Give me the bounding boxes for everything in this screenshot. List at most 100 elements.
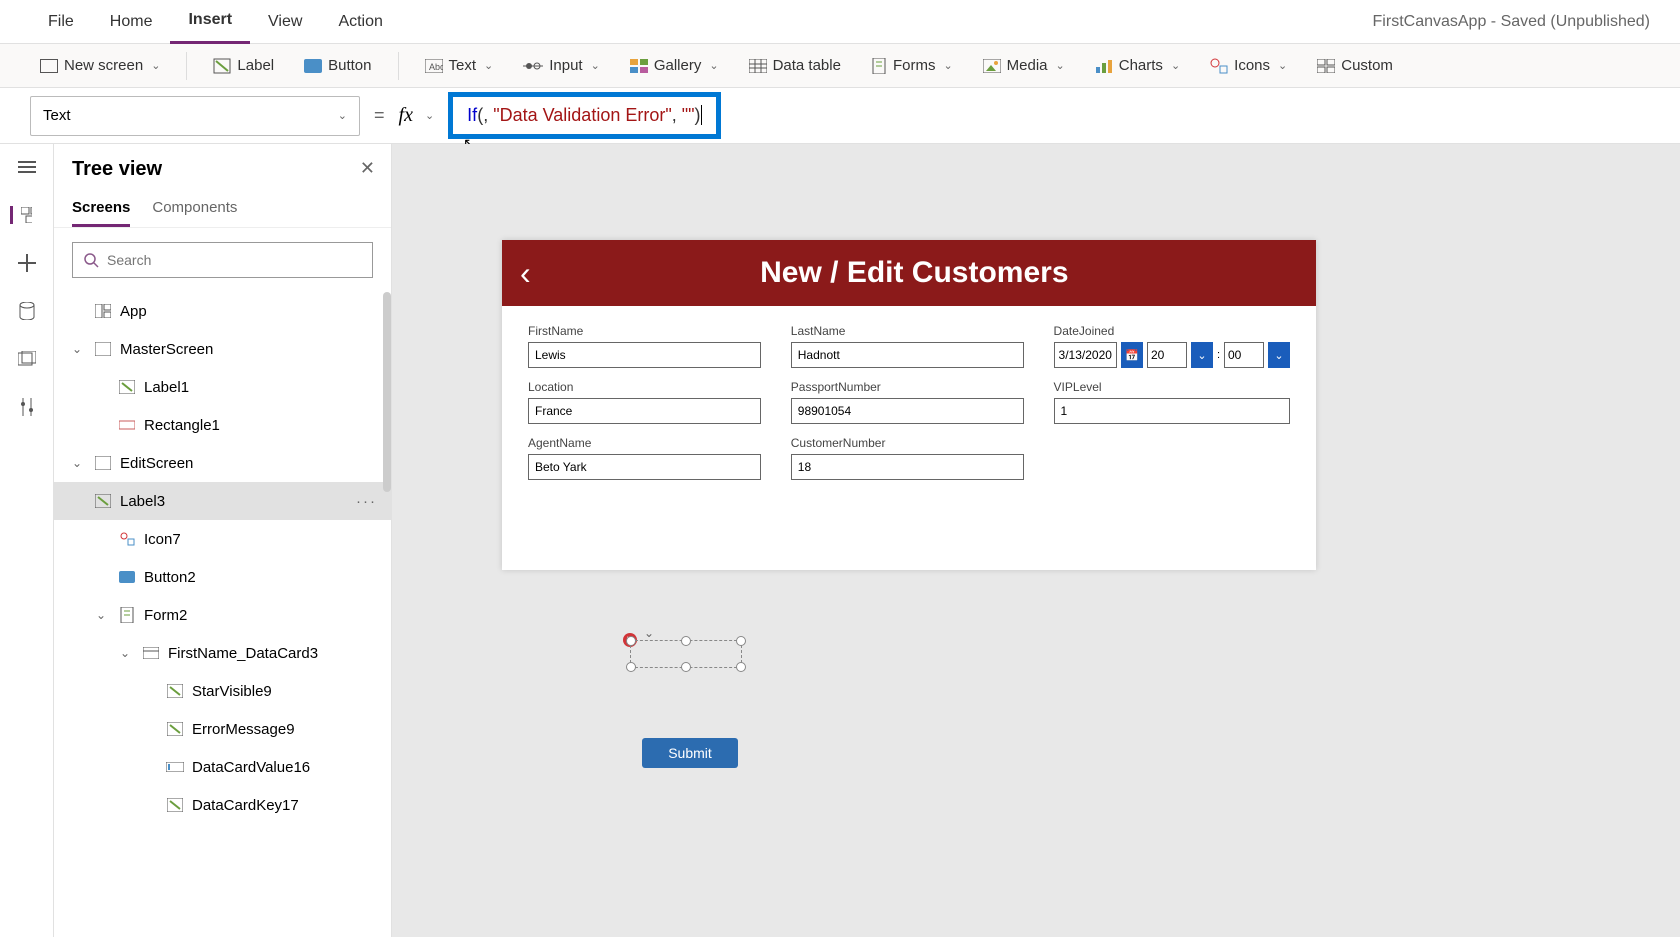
tree-node-label3[interactable]: Label3··· [54, 482, 391, 520]
tools-icon[interactable] [16, 398, 38, 416]
main: Tree view ✕ Screens Components App⌄Maste… [0, 144, 1680, 937]
custnum-input[interactable] [791, 454, 1024, 480]
custom-dropdown[interactable]: Custom [1307, 57, 1403, 74]
tree-node-editscreen[interactable]: ⌄EditScreen [72, 444, 391, 482]
icons-dropdown[interactable]: Icons ⌄ [1200, 57, 1297, 74]
button-icon [118, 569, 136, 585]
tree-node-button2[interactable]: Button2 [72, 558, 391, 596]
label-icon [94, 493, 112, 509]
chevron-down-icon[interactable]: ⌄ [1191, 342, 1213, 368]
screen-icon [40, 59, 58, 73]
toggle-icon[interactable]: ⌄ [72, 342, 86, 356]
chevron-down-icon: ⌄ [484, 59, 493, 72]
tree-view-icon[interactable] [10, 206, 32, 224]
input-icon [523, 59, 543, 73]
tree-node-app[interactable]: App [72, 292, 391, 330]
tree-node-errormessage9[interactable]: ErrorMessage9 [72, 710, 391, 748]
fx-label: fx [399, 104, 413, 127]
screen-icon [94, 455, 112, 471]
tree-node-firstname_datacard3[interactable]: ⌄FirstName_DataCard3 [72, 634, 391, 672]
menu-view[interactable]: View [250, 0, 320, 44]
insert-icon[interactable] [16, 254, 38, 272]
location-input[interactable] [528, 398, 761, 424]
media-dropdown[interactable]: Media ⌄ [973, 57, 1075, 74]
tree-node-label: MasterScreen [120, 341, 213, 358]
button-button[interactable]: Button [294, 57, 381, 74]
new-screen-button[interactable]: New screen ⌄ [30, 57, 170, 74]
card-icon [142, 645, 160, 661]
tab-components[interactable]: Components [152, 191, 237, 227]
data-icon[interactable] [16, 302, 38, 320]
tree-tabs: Screens Components [54, 191, 391, 228]
data-table-button[interactable]: Data table [739, 57, 851, 74]
tab-screens[interactable]: Screens [72, 191, 130, 227]
text-dropdown[interactable]: Abc Text ⌄ [415, 57, 504, 74]
field-location: Location [528, 380, 761, 424]
tree-node-icon7[interactable]: Icon7 [72, 520, 391, 558]
hour-select[interactable]: 20 [1147, 342, 1187, 368]
menu-home[interactable]: Home [92, 0, 171, 44]
chevron-down-icon[interactable]: ⌄ [425, 109, 434, 122]
resize-handle[interactable] [626, 636, 636, 646]
tree-node-label1[interactable]: Label1 [72, 368, 391, 406]
resize-handle[interactable] [681, 636, 691, 646]
formula-input[interactable]: If(, "Data Validation Error", "") ↖ [448, 92, 720, 139]
resize-handle[interactable] [626, 662, 636, 672]
media-panel-icon[interactable] [16, 350, 38, 368]
property-selector[interactable]: Text ⌄ [30, 96, 360, 136]
form: FirstName LastName DateJoined 3/13/2020 … [502, 306, 1316, 510]
toggle-icon[interactable]: ⌄ [72, 456, 86, 470]
menu-insert[interactable]: Insert [170, 0, 250, 44]
firstname-input[interactable] [528, 342, 761, 368]
svg-text:Abc: Abc [429, 62, 443, 72]
resize-handle[interactable] [681, 662, 691, 672]
gallery-icon [630, 59, 648, 73]
search-box[interactable] [72, 242, 373, 278]
tree-node-datacardkey17[interactable]: DataCardKey17 [72, 786, 391, 824]
hamburger-icon[interactable] [16, 158, 38, 176]
selection-handles[interactable]: ✕ ⌄ [630, 640, 742, 668]
screen-title: New / Edit Customers [531, 256, 1298, 290]
resize-handle[interactable] [736, 636, 746, 646]
minute-select[interactable]: 00 [1224, 342, 1264, 368]
submit-button[interactable]: Submit [642, 738, 738, 768]
search-input[interactable] [107, 252, 362, 268]
tree-node-form2[interactable]: ⌄Form2 [72, 596, 391, 634]
selected-control[interactable] [630, 640, 742, 668]
scrollbar[interactable] [383, 292, 391, 492]
tree-view-panel: Tree view ✕ Screens Components App⌄Maste… [54, 144, 392, 937]
forms-dropdown[interactable]: Forms ⌄ [861, 57, 963, 74]
charts-dropdown[interactable]: Charts ⌄ [1085, 57, 1190, 74]
media-icon [983, 59, 1001, 73]
calendar-icon[interactable]: 📅 [1121, 342, 1143, 368]
tree: App ⌄ MasterScreen Label1Rectangle1⌄EditScr… [54, 292, 391, 824]
app-preview: ‹ New / Edit Customers FirstName LastNam… [502, 240, 1316, 570]
tree-node-datacardvalue16[interactable]: DataCardValue16 [72, 748, 391, 786]
field-agent: AgentName [528, 436, 761, 480]
tree-node-label: Icon7 [144, 531, 181, 548]
input-dropdown[interactable]: Input ⌄ [513, 57, 610, 74]
toggle-icon[interactable]: ⌄ [96, 608, 110, 622]
agent-input[interactable] [528, 454, 761, 480]
menu-file[interactable]: File [30, 0, 92, 44]
more-icon[interactable]: ··· [356, 493, 377, 510]
close-icon[interactable]: ✕ [360, 158, 375, 179]
tree-node-starvisible9[interactable]: StarVisible9 [72, 672, 391, 710]
chevron-down-icon[interactable]: ⌄ [1268, 342, 1290, 368]
tree-node-masterscreen[interactable]: ⌄ MasterScreen [72, 330, 391, 368]
date-input[interactable]: 3/13/2020 [1054, 342, 1117, 368]
vip-input[interactable] [1054, 398, 1290, 424]
menu-action[interactable]: Action [320, 0, 400, 44]
field-passport: PassportNumber [791, 380, 1024, 424]
back-arrow-icon[interactable]: ‹ [520, 255, 531, 292]
chevron-down-icon[interactable]: ⌄ [644, 626, 654, 640]
tree-node-rectangle1[interactable]: Rectangle1 [72, 406, 391, 444]
label-button[interactable]: Label [203, 57, 284, 74]
gallery-dropdown[interactable]: Gallery ⌄ [620, 57, 729, 74]
passport-input[interactable] [791, 398, 1024, 424]
resize-handle[interactable] [736, 662, 746, 672]
formula-bar: Text ⌄ = fx ⌄ If(, "Data Validation Erro… [0, 88, 1680, 144]
chevron-down-icon: ⌄ [1278, 59, 1287, 72]
toggle-icon[interactable]: ⌄ [120, 646, 134, 660]
lastname-input[interactable] [791, 342, 1024, 368]
